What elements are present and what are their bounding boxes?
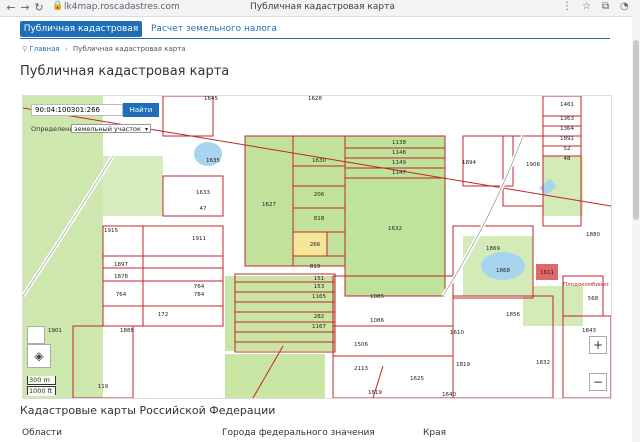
parcel-number-label[interactable]: 568 (588, 296, 599, 302)
map-control-button[interactable] (27, 326, 45, 344)
parcel-number-label[interactable]: 1878 (114, 274, 128, 280)
browser-tab-title: Публичная кадастровая карта (250, 2, 395, 12)
browser-toolbar: ← → ↻ 🔒 lk4map.roscadastres.com Публична… (0, 0, 640, 17)
parcel-number-label[interactable]: 1819 (456, 362, 470, 368)
breadcrumb-current: Публичная кадастровая карта (72, 45, 186, 53)
parcel-number-label[interactable]: 1645 (204, 96, 218, 102)
parcel-number-label[interactable]: 1869 (486, 246, 500, 252)
parcel-number-label[interactable]: 1506 (354, 342, 368, 348)
scrollbar-thumb[interactable] (633, 40, 639, 220)
definition-value: земельный участок (74, 125, 141, 133)
parcel-number-label[interactable]: 1897 (114, 262, 128, 268)
parcel-number-label[interactable]: 1915 (104, 228, 118, 234)
parcel-number-label[interactable]: 52 (564, 146, 571, 152)
breadcrumb-home[interactable]: Главная (29, 45, 59, 53)
parcel-number-label[interactable]: 1165 (312, 294, 326, 300)
parcel-number-label[interactable]: 266 (310, 242, 321, 248)
scale-feet: 1000 ft (27, 386, 56, 395)
parcel-number-label[interactable]: 151 (314, 276, 325, 282)
parcel-number-label[interactable]: 119 (98, 384, 109, 390)
definition-select[interactable]: земельный участок ▾ (71, 124, 151, 133)
find-button[interactable]: Найти (123, 103, 159, 117)
parcel-number-label[interactable]: 1147 (392, 170, 406, 176)
zoom-out-button[interactable]: − (589, 373, 607, 391)
parcel-number-label[interactable]: 1632 (388, 226, 402, 232)
layers-icon[interactable]: ◈ (27, 344, 51, 368)
map-canvas[interactable]: 1645 1628 1635 1630 1138 1148 1149 1147 1894 1906… (23, 96, 611, 398)
parcel-number-label[interactable]: 1085 (370, 294, 384, 300)
scale-meters: 300 m (27, 376, 56, 385)
parcel-number-label[interactable]: 1363 (560, 116, 574, 122)
parcel-number-label[interactable]: 48 (564, 156, 571, 162)
parcel-number-label[interactable]: 172 (158, 312, 169, 318)
scale-bar: 300 m 1000 ft (27, 376, 56, 396)
parcel-number-label[interactable]: 784 (194, 292, 205, 298)
column-regions[interactable]: Области (22, 428, 62, 438)
tab-land-tax-calc[interactable]: Расчет земельного налога (151, 21, 277, 37)
parcel-number-label[interactable]: 818 (314, 216, 325, 222)
parcel-number-label[interactable]: 47 (200, 206, 207, 212)
parcel-number-label[interactable]: 1461 (560, 102, 574, 108)
breadcrumb-separator: › (64, 45, 68, 53)
parcel-number-label[interactable]: 1611 (540, 270, 554, 276)
parcel-number-label[interactable]: 764 (194, 284, 205, 290)
column-federal-cities[interactable]: Города федерального значения (222, 428, 375, 438)
parcel-number-label[interactable]: 206 (314, 192, 325, 198)
parcel-number-label[interactable]: 1619 (368, 390, 382, 396)
parcel-number-label[interactable]: 1856 (506, 312, 520, 318)
parcel-number-label[interactable]: 1832 (536, 360, 550, 366)
cadastral-number-input[interactable] (31, 104, 123, 116)
parcel-number-label[interactable]: 1149 (392, 160, 406, 166)
address-bar[interactable]: lk4map.roscadastres.com (64, 2, 180, 12)
parcel-number-label[interactable]: 1628 (308, 96, 322, 102)
parcel-number-label[interactable]: 1633 (196, 190, 210, 196)
parcel-number-label[interactable]: 282 (314, 314, 325, 320)
parcel-number-label[interactable]: 1635 (206, 158, 220, 164)
bookmark-icon[interactable]: ☆ (582, 1, 591, 12)
parcel-number-label[interactable]: 1627 (262, 202, 276, 208)
parcel-number-label[interactable]: 764 (116, 292, 127, 298)
parcel-number-label[interactable]: 1364 (560, 126, 574, 132)
parcel-number-label[interactable]: 1894 (462, 160, 476, 166)
parcel-number-label[interactable]: 1906 (526, 162, 540, 168)
parcel-number-label[interactable]: 1138 (392, 140, 406, 146)
chevron-down-icon: ▾ (144, 126, 148, 133)
parcel-number-label[interactable]: 1843 (582, 328, 596, 334)
parcel-number-label[interactable]: 153 (314, 284, 325, 290)
zoom-in-button[interactable]: + (589, 336, 607, 354)
parcel-number-label[interactable]: 1167 (312, 324, 326, 330)
map-legend-text: Плодокомбинат (563, 282, 610, 288)
parcel-number-label[interactable]: 1610 (450, 330, 464, 336)
section-title: Кадастровые карты Российской Федерации (20, 404, 276, 417)
tab-public-cadastral-map[interactable]: Публичная кадастровая карта (20, 21, 142, 50)
forward-icon[interactable]: → (18, 1, 32, 15)
profile-icon[interactable]: ◔ (620, 1, 629, 12)
parcel-number-label[interactable]: 1086 (370, 318, 384, 324)
tabs-divider (20, 38, 610, 39)
parcel-number-label[interactable]: 1868 (496, 268, 510, 274)
parcel-number-label[interactable]: 1891 (560, 136, 574, 142)
home-pin-icon: ⚲ (22, 45, 28, 53)
collections-icon[interactable]: ⧉ (602, 1, 609, 12)
column-territories[interactable]: Края (423, 428, 446, 438)
parcel-number-label[interactable]: 819 (310, 264, 321, 270)
parcel-number-label[interactable]: 1880 (586, 232, 600, 238)
back-icon[interactable]: ← (4, 1, 18, 15)
parcel-number-label[interactable]: 1888 (120, 328, 134, 334)
parcel-number-label[interactable]: 1901 (48, 328, 62, 334)
parcel-number-label[interactable]: 1640 (442, 392, 456, 398)
parcel-number-label[interactable]: 1625 (410, 376, 424, 382)
cadastral-map[interactable]: 1645 1628 1635 1630 1138 1148 1149 1147 1894 1906… (22, 95, 612, 399)
page-title: Публичная кадастровая карта (20, 64, 230, 79)
parcel-number-label[interactable]: 2113 (354, 366, 368, 372)
parcel-number-label[interactable]: 1148 (392, 150, 406, 156)
lock-icon: 🔒 (52, 1, 64, 11)
menu-dots-icon[interactable]: ⋮ (562, 1, 572, 12)
parcel-number-label[interactable]: 1911 (192, 236, 206, 242)
breadcrumb: ⚲ Главная › Публичная кадастровая карта (22, 45, 186, 53)
reload-icon[interactable]: ↻ (32, 1, 46, 15)
parcel-number-label[interactable]: 1630 (312, 158, 326, 164)
